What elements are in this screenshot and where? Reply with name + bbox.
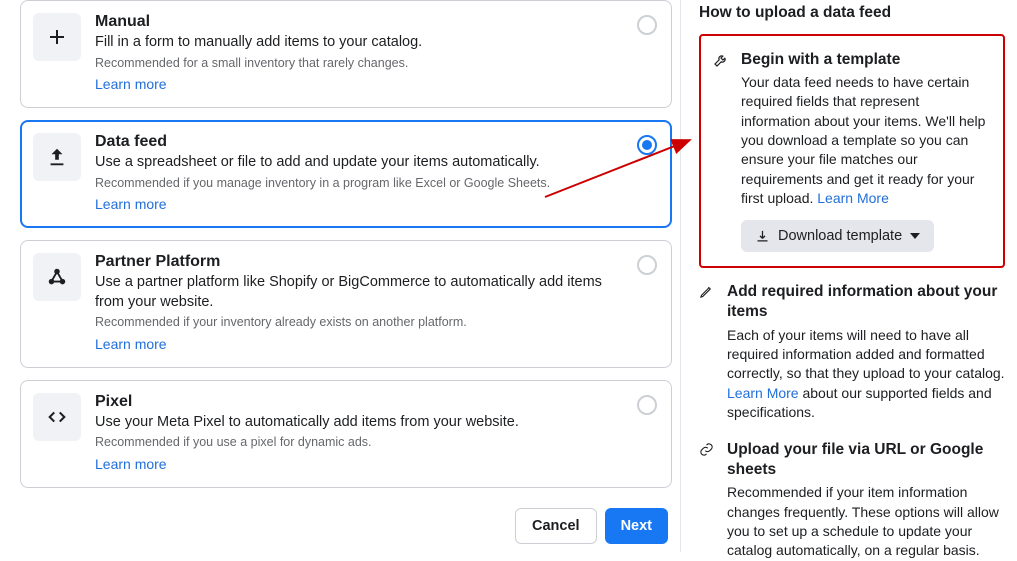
step-desc: Recommended if your item information cha… xyxy=(727,483,1005,560)
wrench-icon xyxy=(713,50,731,252)
option-rec: Recommended if you manage inventory in a… xyxy=(95,175,623,192)
help-title: How to upload a data feed xyxy=(699,4,1005,22)
pencil-icon xyxy=(699,282,717,422)
code-icon xyxy=(33,393,81,441)
cancel-button[interactable]: Cancel xyxy=(515,508,597,544)
option-desc: Use a partner platform like Shopify or B… xyxy=(95,273,623,312)
footer-buttons: Cancel Next xyxy=(20,500,672,560)
learn-more-link[interactable]: Learn More xyxy=(727,385,799,401)
option-title: Pixel xyxy=(95,393,623,411)
annotation-highlight: Begin with a template Your data feed nee… xyxy=(699,34,1005,268)
option-rec: Recommended if your inventory already ex… xyxy=(95,314,623,331)
download-template-button[interactable]: Download template xyxy=(741,220,934,252)
step-title: Upload your file via URL or Google sheet… xyxy=(727,440,1005,480)
option-title: Manual xyxy=(95,13,623,31)
radio-partner[interactable] xyxy=(637,255,657,275)
option-desc: Fill in a form to manually add items to … xyxy=(95,33,623,53)
option-desc: Use your Meta Pixel to automatically add… xyxy=(95,413,623,433)
step-desc: Each of your items will need to have all… xyxy=(727,326,1005,423)
step-title: Begin with a template xyxy=(741,50,991,70)
option-data-feed[interactable]: Data feed Use a spreadsheet or file to a… xyxy=(20,120,672,228)
learn-more-link[interactable]: Learn more xyxy=(95,75,167,95)
option-manual[interactable]: Manual Fill in a form to manually add it… xyxy=(20,0,672,108)
radio-pixel[interactable] xyxy=(637,395,657,415)
upload-method-panel: Manual Fill in a form to manually add it… xyxy=(0,0,680,552)
chevron-down-icon xyxy=(910,233,920,239)
step-desc: Your data feed needs to have certain req… xyxy=(741,73,991,208)
radio-data-feed[interactable] xyxy=(637,135,657,155)
option-rec: Recommended if you use a pixel for dynam… xyxy=(95,434,623,451)
link-icon xyxy=(699,440,717,561)
learn-more-link[interactable]: Learn more xyxy=(95,335,167,355)
option-desc: Use a spreadsheet or file to add and upd… xyxy=(95,153,623,173)
download-icon xyxy=(755,229,770,244)
option-rec: Recommended for a small inventory that r… xyxy=(95,55,623,72)
step-upload: Upload your file via URL or Google sheet… xyxy=(699,440,1005,561)
step-required-info: Add required information about your item… xyxy=(699,282,1005,422)
help-panel: How to upload a data feed Begin with a t… xyxy=(680,0,1015,552)
option-title: Partner Platform xyxy=(95,253,623,271)
option-partner-platform[interactable]: Partner Platform Use a partner platform … xyxy=(20,240,672,368)
learn-more-link[interactable]: Learn more xyxy=(95,195,167,215)
next-button[interactable]: Next xyxy=(605,508,668,544)
upload-icon xyxy=(33,133,81,181)
nodes-icon xyxy=(33,253,81,301)
learn-more-link[interactable]: Learn more xyxy=(95,455,167,475)
option-title: Data feed xyxy=(95,133,623,151)
radio-manual[interactable] xyxy=(637,15,657,35)
learn-more-link[interactable]: Learn More xyxy=(817,190,889,206)
step-title: Add required information about your item… xyxy=(727,282,1005,322)
option-pixel[interactable]: Pixel Use your Meta Pixel to automatical… xyxy=(20,380,672,488)
plus-icon xyxy=(33,13,81,61)
